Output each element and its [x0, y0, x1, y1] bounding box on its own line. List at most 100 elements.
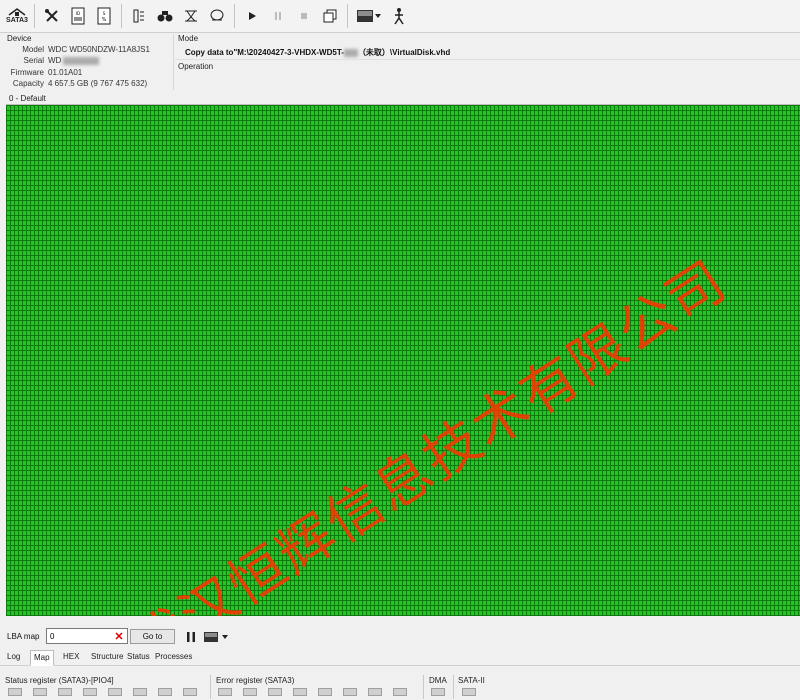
- status-separator: [210, 675, 211, 699]
- pause-button[interactable]: [265, 3, 291, 29]
- mode-value-prefix: Copy data to"M:\20240427-3-VHDX-WD5T-: [185, 48, 344, 57]
- status-led-drq: [108, 688, 122, 696]
- stop-icon: [301, 13, 307, 19]
- status-led-dsc: [83, 688, 97, 696]
- map-view-button[interactable]: [352, 3, 386, 29]
- toolbar-separator: [234, 4, 235, 28]
- tab-log[interactable]: Log: [4, 650, 23, 666]
- error-register-label: Error register (SATA3): [216, 676, 295, 685]
- svg-text:S: S: [103, 11, 106, 16]
- run-icon: [394, 8, 404, 25]
- mode-divider: [175, 59, 800, 60]
- lba-bar: LBA map Go to: [0, 626, 800, 648]
- mode-value: Copy data to"M:\20240427-3-VHDX-WD5T- （未取…: [185, 47, 450, 58]
- toolbar-separator: [34, 4, 35, 28]
- model-value: WDC WD50NDZW-11A8JS1: [48, 45, 150, 54]
- play-icon: [249, 12, 256, 20]
- dma-label: DMA: [429, 676, 447, 685]
- drive-id-button[interactable]: ID: [65, 3, 91, 29]
- error-led-t0n: [368, 688, 382, 696]
- model-label: Model: [22, 45, 44, 54]
- interface-icon: [8, 8, 26, 16]
- binoculars-icon: [157, 11, 173, 22]
- copy-windows-icon: [323, 9, 337, 23]
- interface-label: SATA3: [6, 17, 28, 24]
- map-view-icon: [357, 10, 373, 22]
- status-led-err: [183, 688, 197, 696]
- model-row: Model WDC WD50NDZW-11A8JS1: [0, 45, 174, 56]
- svg-text:%: %: [102, 17, 107, 23]
- map-pause-icon[interactable]: [186, 631, 196, 643]
- serial-row: Serial WD: [0, 56, 174, 67]
- mode-value-suffix: （未取）\VirtualDisk.vhd: [357, 48, 451, 57]
- device-panel: Device Model WDC WD50NDZW-11A8JS1 Serial…: [0, 34, 174, 90]
- firmware-row: Firmware 01.01A01: [0, 68, 174, 79]
- error-led-inf: [293, 688, 307, 696]
- chevron-down-icon: [375, 14, 381, 18]
- tools-button[interactable]: [39, 3, 65, 29]
- status-separator: [453, 675, 454, 699]
- capacity-row: Capacity 4 657.5 GB (9 767 475 632): [0, 79, 174, 90]
- clear-icon[interactable]: [114, 631, 124, 641]
- dma-led: [431, 688, 445, 696]
- section-label: 0 - Default: [9, 94, 46, 103]
- status-bar: Status register (SATA3)-[PIO4] Error reg…: [0, 674, 800, 700]
- operation-label: Operation: [178, 62, 214, 71]
- status-led-crr: [133, 688, 147, 696]
- status-led-dwf: [58, 688, 72, 696]
- toolbar-separator: [347, 4, 348, 28]
- windows-button[interactable]: [317, 3, 343, 29]
- sata2-led: [462, 688, 476, 696]
- run-button[interactable]: [386, 3, 412, 29]
- sensor-icon: [133, 9, 144, 23]
- tab-status[interactable]: Status: [124, 650, 153, 666]
- tab-structure[interactable]: Structure: [88, 650, 126, 666]
- status-led-drd: [33, 688, 47, 696]
- error-led-mcr: [318, 688, 332, 696]
- status-led-idx: [158, 688, 172, 696]
- svg-text:ID: ID: [76, 11, 80, 16]
- serial-label: Serial: [23, 56, 44, 65]
- firmware-label: Firmware: [10, 68, 44, 77]
- stop-button[interactable]: [291, 3, 317, 29]
- error-led-bbk: [218, 688, 232, 696]
- watermark: 武汉恒辉信息技术有限公司: [119, 248, 739, 616]
- toolbar: SATA3 ID S%: [0, 0, 800, 33]
- tab-processes[interactable]: Processes: [152, 650, 195, 666]
- capacity-label: Capacity: [12, 79, 44, 88]
- mode-panel: Mode Copy data to"M:\20240427-3-VHDX-WD5…: [175, 34, 800, 90]
- sector-map[interactable]: 武汉恒辉信息技术有限公司: [6, 104, 800, 616]
- tab-bar: Log Map HEX Structure Status Processes: [0, 650, 800, 666]
- app-window: SATA3 ID S% Device Model WDC WD50NDZW-11…: [0, 0, 800, 700]
- tab-map[interactable]: Map: [30, 650, 54, 666]
- erase-icon: [185, 10, 197, 22]
- tools-icon: [45, 9, 58, 22]
- mode-redaction: [343, 48, 358, 57]
- firmware-value: 01.01A01: [48, 68, 83, 77]
- drive-id-icon: ID: [71, 7, 85, 25]
- lba-map-label: LBA map: [7, 632, 40, 641]
- device-title: Device: [7, 34, 32, 43]
- map-view-selector-icon[interactable]: [203, 630, 231, 644]
- status-separator: [423, 675, 424, 699]
- interface-button[interactable]: SATA3: [4, 3, 30, 29]
- status-register-label: Status register (SATA3)-[PIO4]: [5, 676, 114, 685]
- pause-icon: [275, 12, 281, 20]
- erase-button[interactable]: [178, 3, 204, 29]
- sensor-button[interactable]: [126, 3, 152, 29]
- error-led-amn: [393, 688, 407, 696]
- status-led-bsy: [8, 688, 22, 696]
- toolbar-separator: [121, 4, 122, 28]
- serial-text: WD: [48, 56, 62, 65]
- drive-settings-button[interactable]: [204, 3, 230, 29]
- tab-hex[interactable]: HEX: [60, 650, 82, 666]
- error-led-mc: [268, 688, 282, 696]
- play-button[interactable]: [239, 3, 265, 29]
- error-led-abr: [343, 688, 357, 696]
- search-button[interactable]: [152, 3, 178, 29]
- drive-settings-icon: [210, 9, 224, 21]
- smart-button[interactable]: S%: [91, 3, 117, 29]
- sata2-label: SATA-II: [458, 676, 485, 685]
- goto-button[interactable]: Go to: [130, 629, 175, 644]
- smart-icon: S%: [97, 7, 111, 25]
